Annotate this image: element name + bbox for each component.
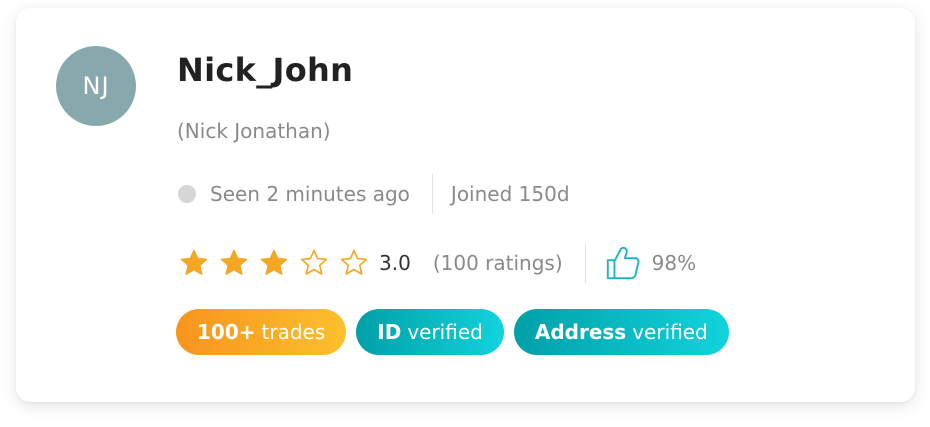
- star-filled-icon: [220, 249, 248, 275]
- star-empty-icon: [300, 249, 328, 275]
- rating-value: 3.0: [379, 251, 411, 275]
- divider: [584, 243, 586, 283]
- star-filled-icon: [180, 249, 208, 275]
- rating-row: 3.0 (100 ratings) 98%: [179, 243, 696, 283]
- username[interactable]: Nick_John: [177, 51, 353, 89]
- avatar[interactable]: NJ: [56, 46, 136, 126]
- badge-id-status: verified: [407, 320, 483, 344]
- badge-trades-count: 100+: [197, 320, 256, 344]
- avatar-initials: NJ: [82, 72, 110, 100]
- badge-address-status: verified: [632, 320, 708, 344]
- badge-address-label: Address: [534, 320, 627, 344]
- status-row: Seen 2 minutes ago Joined 150d: [178, 174, 570, 214]
- star-empty-icon: [340, 249, 368, 275]
- divider: [431, 174, 433, 214]
- address-verified-badge: Address verified: [513, 309, 729, 355]
- approval-rate: 98%: [651, 251, 697, 275]
- trades-badge: 100+ trades: [176, 309, 347, 355]
- rating-count[interactable]: (100 ratings): [433, 251, 563, 275]
- last-seen-text: Seen 2 minutes ago: [210, 182, 410, 206]
- id-verified-badge: ID verified: [356, 309, 504, 355]
- presence-dot-icon: [178, 185, 196, 203]
- joined-text: Joined 150d: [450, 182, 570, 206]
- user-profile-card: NJ Nick_John (Nick Jonathan) Seen 2 minu…: [16, 8, 915, 402]
- badge-list: 100+ trades ID verified Address verified: [176, 309, 739, 355]
- star-rating: [179, 248, 379, 278]
- full-name: (Nick Jonathan): [177, 119, 331, 143]
- thumbs-up-icon: [606, 246, 640, 280]
- star-filled-icon: [260, 249, 288, 275]
- badge-id-label: ID: [377, 320, 402, 344]
- badge-trades-label: trades: [261, 320, 326, 344]
